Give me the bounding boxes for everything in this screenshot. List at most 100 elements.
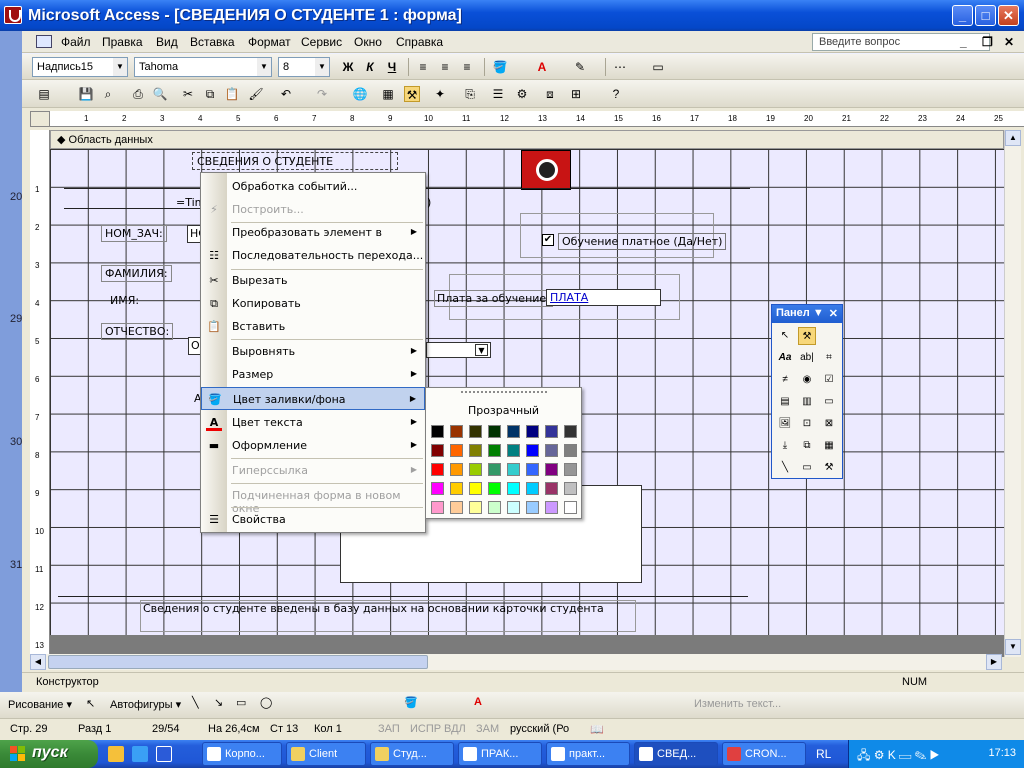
code-icon[interactable]: ⎘ xyxy=(462,86,478,102)
font-color-icon[interactable]: A xyxy=(534,59,550,75)
color-swatch[interactable] xyxy=(545,425,558,438)
mdi-restore-button[interactable]: ❐ xyxy=(982,35,993,49)
payment-label[interactable]: Плата за обучение: xyxy=(434,290,553,307)
logo-image[interactable] xyxy=(521,150,571,190)
font-color-icon[interactable]: A xyxy=(474,696,482,708)
color-swatch[interactable] xyxy=(469,425,482,438)
combo-field[interactable]: ▼ xyxy=(426,342,491,358)
menu-edit[interactable]: Правка xyxy=(102,35,143,49)
color-swatch[interactable] xyxy=(431,444,444,457)
familiya-label[interactable]: ФАМИЛИЯ: xyxy=(101,265,172,282)
color-swatch[interactable] xyxy=(526,444,539,457)
transparent-option[interactable]: Прозрачный xyxy=(426,404,581,417)
tab-control-tool-icon[interactable]: ⧉ xyxy=(798,437,816,455)
chevron-down-icon[interactable]: ▼ xyxy=(113,58,127,76)
menu-format[interactable]: Формат xyxy=(248,35,291,49)
change-text-button[interactable]: Изменить текст... xyxy=(694,698,781,710)
menu-item-fill-color[interactable]: 🪣 Цвет заливки/фона ▶ xyxy=(201,387,425,410)
spelling-status-icon[interactable]: 📖 xyxy=(590,723,604,736)
nomzach-label[interactable]: НОМ_ЗАЧ: xyxy=(101,225,167,242)
menu-item-cut[interactable]: ✂ Вырезать xyxy=(201,269,425,292)
quicklaunch-word-icon[interactable] xyxy=(156,746,172,762)
quicklaunch-outlook-icon[interactable] xyxy=(108,746,124,762)
scroll-left-arrow-icon[interactable]: ◀ xyxy=(30,654,46,670)
help-icon[interactable]: ? xyxy=(608,86,624,102)
rec-indicator[interactable]: ЗАП xyxy=(378,723,400,735)
hyperlink-icon[interactable]: 🌐 xyxy=(352,86,368,102)
color-swatch[interactable] xyxy=(507,482,520,495)
view-icon[interactable]: ▤ xyxy=(36,86,52,102)
color-swatch[interactable] xyxy=(488,444,501,457)
color-swatch[interactable] xyxy=(488,463,501,476)
menu-window[interactable]: Окно xyxy=(354,35,382,49)
more-controls-icon[interactable]: ⚒ xyxy=(820,459,838,477)
color-swatch[interactable] xyxy=(545,444,558,457)
color-swatch[interactable] xyxy=(507,425,520,438)
save-icon[interactable]: 💾 xyxy=(78,86,94,102)
menu-item-appearance[interactable]: ▬ Оформление ▶ xyxy=(201,434,425,457)
access-app-icon[interactable] xyxy=(4,6,22,24)
color-swatch[interactable] xyxy=(431,482,444,495)
color-swatch[interactable] xyxy=(469,501,482,514)
taskbar-task[interactable]: Client xyxy=(286,742,366,766)
payment-field[interactable]: ПЛАТА xyxy=(546,289,661,306)
menu-item-hyperlink[interactable]: Гиперссылка ▶ xyxy=(201,459,425,482)
color-swatch[interactable] xyxy=(526,463,539,476)
toolbox-titlebar[interactable]: Панел ▼ ✕ xyxy=(772,305,842,323)
font-combo[interactable]: Tahoma ▼ xyxy=(134,57,272,77)
chevron-down-icon[interactable]: ▼ xyxy=(315,58,329,76)
bound-frame-tool-icon[interactable]: ⊠ xyxy=(820,415,838,433)
print-icon[interactable]: ⎙ xyxy=(130,86,146,102)
line-tool-icon[interactable]: ╲ xyxy=(776,459,794,477)
checkbox-tool-icon[interactable]: ☑ xyxy=(820,371,838,389)
image-tool-icon[interactable]: 🖼 xyxy=(776,415,794,433)
scroll-thumb[interactable] xyxy=(48,655,428,669)
horizontal-scrollbar[interactable]: ◀ ▶ xyxy=(30,654,1002,670)
form-title-label[interactable]: СВЕДЕНИЯ О СТУДЕНТЕ xyxy=(192,152,398,170)
taskbar-task[interactable]: Студ... xyxy=(370,742,454,766)
color-swatch[interactable] xyxy=(450,444,463,457)
color-swatch[interactable] xyxy=(450,482,463,495)
color-swatch[interactable] xyxy=(564,425,577,438)
ovr-indicator[interactable]: ЗАМ xyxy=(476,723,499,735)
color-swatch[interactable] xyxy=(545,501,558,514)
menu-item-align[interactable]: Выровнять ▶ xyxy=(201,340,425,363)
underline-icon[interactable]: Ч xyxy=(384,59,400,75)
form-selector[interactable] xyxy=(30,111,50,127)
menu-item-properties[interactable]: ☰ Свойства xyxy=(201,508,425,531)
rectangle-icon[interactable]: ▭ xyxy=(236,696,246,709)
copy-icon[interactable]: ⧉ xyxy=(202,86,218,102)
color-swatch[interactable] xyxy=(507,501,520,514)
scroll-down-arrow-icon[interactable]: ▼ xyxy=(1005,639,1021,655)
select-objects-icon[interactable]: ↖ xyxy=(776,327,794,345)
color-swatch[interactable] xyxy=(450,425,463,438)
chevron-down-icon[interactable]: ▼ xyxy=(475,344,488,356)
mdi-minimize-button[interactable]: _ xyxy=(960,35,967,49)
color-swatch[interactable] xyxy=(564,482,577,495)
color-swatch[interactable] xyxy=(564,444,577,457)
color-swatch[interactable] xyxy=(545,463,558,476)
select-pointer-icon[interactable]: ↖ xyxy=(86,697,95,710)
menu-item-build[interactable]: ⚡ Построить... xyxy=(201,198,425,221)
chevron-down-icon[interactable]: ▼ xyxy=(257,58,271,76)
autoshapes-menu[interactable]: Автофигуры ▾ xyxy=(110,698,181,711)
taskbar-task[interactable]: практ... xyxy=(546,742,630,766)
start-button[interactable]: пуск xyxy=(0,740,98,768)
page-break-tool-icon[interactable]: ⤓ xyxy=(776,437,794,455)
color-swatch[interactable] xyxy=(469,463,482,476)
label-tool-icon[interactable]: Aa xyxy=(776,349,794,367)
oval-icon[interactable]: ◯ xyxy=(260,696,272,709)
menu-item-subform[interactable]: Подчиненная форма в новом окне xyxy=(201,484,425,515)
font-size-combo[interactable]: 8 ▼ xyxy=(278,57,330,77)
line-width-icon[interactable]: ⋯ xyxy=(612,59,628,75)
field-list-icon[interactable]: ▦ xyxy=(380,86,396,102)
menu-item-event-handling[interactable]: Обработка событий... xyxy=(201,175,425,198)
toolbox-icon[interactable]: ⚒ xyxy=(404,86,420,102)
color-swatch[interactable] xyxy=(469,444,482,457)
special-effect-icon[interactable]: ▭ xyxy=(650,59,666,75)
color-swatch[interactable] xyxy=(431,501,444,514)
subform-tool-icon[interactable]: ▦ xyxy=(820,437,838,455)
unbound-frame-tool-icon[interactable]: ⊡ xyxy=(798,415,816,433)
fill-color-icon[interactable]: 🪣 xyxy=(492,59,508,75)
option-button-tool-icon[interactable]: ◉ xyxy=(798,371,816,389)
